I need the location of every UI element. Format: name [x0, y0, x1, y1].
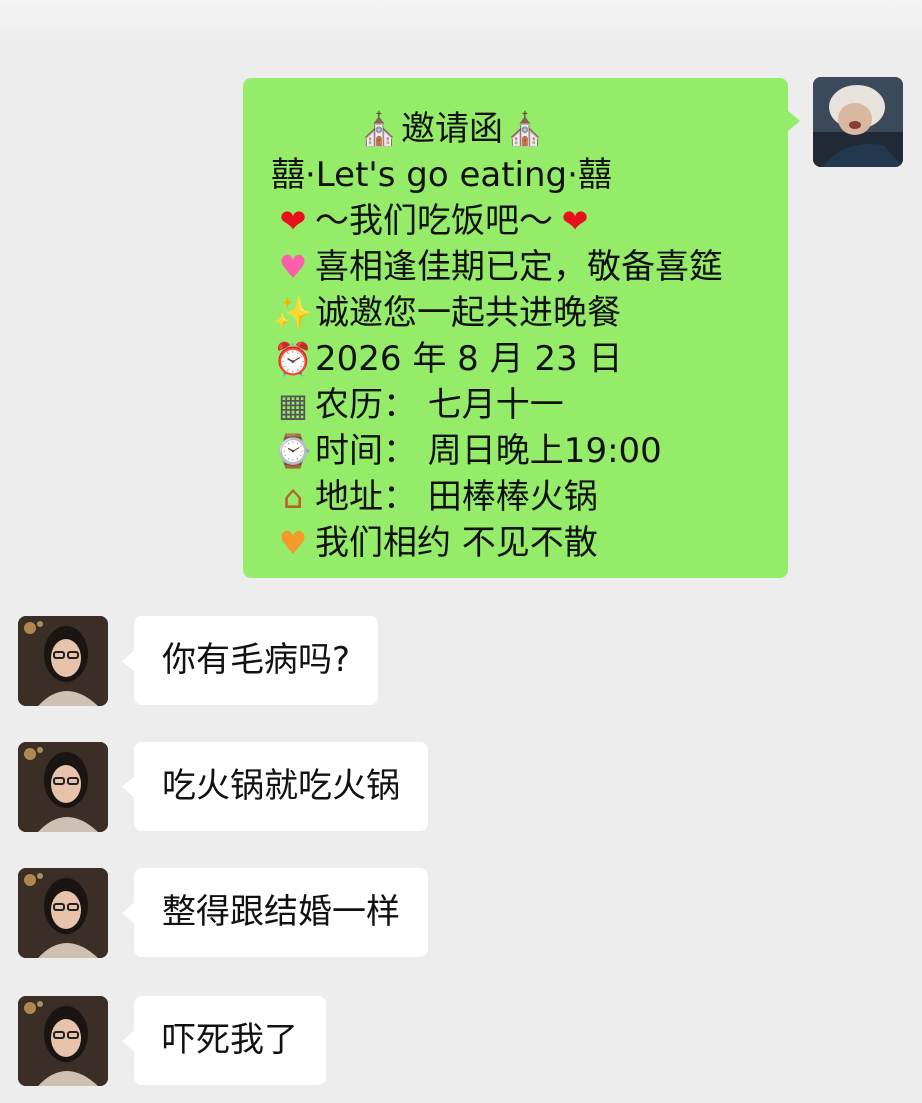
- couple-icon: ♥: [278, 524, 308, 562]
- alarm-clock-icon: ⏰: [273, 340, 313, 378]
- invite-date-text: 2026 年 8 月 23 日: [315, 339, 623, 379]
- friend-avatar[interactable]: [18, 616, 108, 706]
- calendar-icon: ▦: [277, 386, 309, 424]
- reply-bubble[interactable]: 吃火锅就吃火锅: [122, 742, 428, 831]
- self-avatar[interactable]: [813, 77, 903, 167]
- invite-line-time: ⌚时间： 周日晚上19:00: [271, 428, 788, 474]
- top-status-area: [0, 0, 922, 40]
- invite-line-banquet: ♥ 喜相逢佳期已定，敬备喜筵: [271, 244, 788, 290]
- reply-bubble[interactable]: 你有毛病吗?: [121, 616, 379, 705]
- invite-address-text: 地址： 田棒棒火锅: [315, 477, 598, 517]
- reply-bubble[interactable]: 整得跟结婚一样: [122, 868, 428, 957]
- invite-lunar-text: 农历： 七月十一: [315, 385, 564, 425]
- invite-message-bubble[interactable]: ⛪邀请函⛪ 囍·Let's go eating·囍 ❤ ～我们吃饭吧～ ❤ ♥ 喜相逢…: [243, 78, 800, 578]
- heart-icon: ❤: [561, 202, 589, 240]
- friend-avatar[interactable]: [18, 996, 108, 1086]
- friend-avatar[interactable]: [18, 868, 108, 958]
- invite-line-lunar: ▦ 农历： 七月十一: [271, 382, 788, 428]
- chapel-icon: ⛪: [359, 110, 399, 148]
- invite-line-dinner: ❤ ～我们吃饭吧～ ❤: [271, 198, 788, 244]
- sparkles-icon: ✨: [273, 294, 313, 332]
- invite-line-meet: ♥ 我们相约 不见不散: [271, 520, 788, 566]
- house-icon: ⌂: [282, 478, 304, 516]
- chapel-icon: ⛪: [505, 110, 545, 148]
- invite-invite-text: 诚邀您一起共进晚餐: [315, 293, 621, 333]
- friend-avatar[interactable]: [18, 742, 108, 832]
- invite-line-eating: 囍·Let's go eating·囍: [271, 152, 788, 198]
- invite-dinner-text: ～我们吃饭吧～: [315, 201, 553, 241]
- double-happiness-char: 囍: [271, 155, 305, 195]
- heart-icon: ❤: [279, 202, 307, 240]
- invite-title-line: ⛪邀请函⛪: [271, 106, 788, 152]
- invite-line-invite: ✨诚邀您一起共进晚餐: [271, 290, 788, 336]
- invite-banquet-text: 喜相逢佳期已定，敬备喜筵: [315, 247, 723, 287]
- invite-meet-text: 我们相约 不见不散: [315, 523, 598, 563]
- double-happiness-char: 囍: [577, 155, 612, 195]
- invite-line-address: ⌂ 地址： 田棒棒火锅: [271, 474, 788, 520]
- sparkling-heart-icon: ♥: [278, 248, 308, 286]
- invite-line-date: ⏰2026 年 8 月 23 日: [271, 336, 788, 382]
- invite-title-text: 邀请函: [401, 109, 503, 149]
- invite-eating-text: ·Let's go eating·: [305, 155, 578, 195]
- invite-time-text: 时间： 周日晚上19:00: [315, 431, 662, 471]
- watch-icon: ⌚: [273, 432, 313, 470]
- reply-bubble[interactable]: 吓死我了: [122, 996, 326, 1085]
